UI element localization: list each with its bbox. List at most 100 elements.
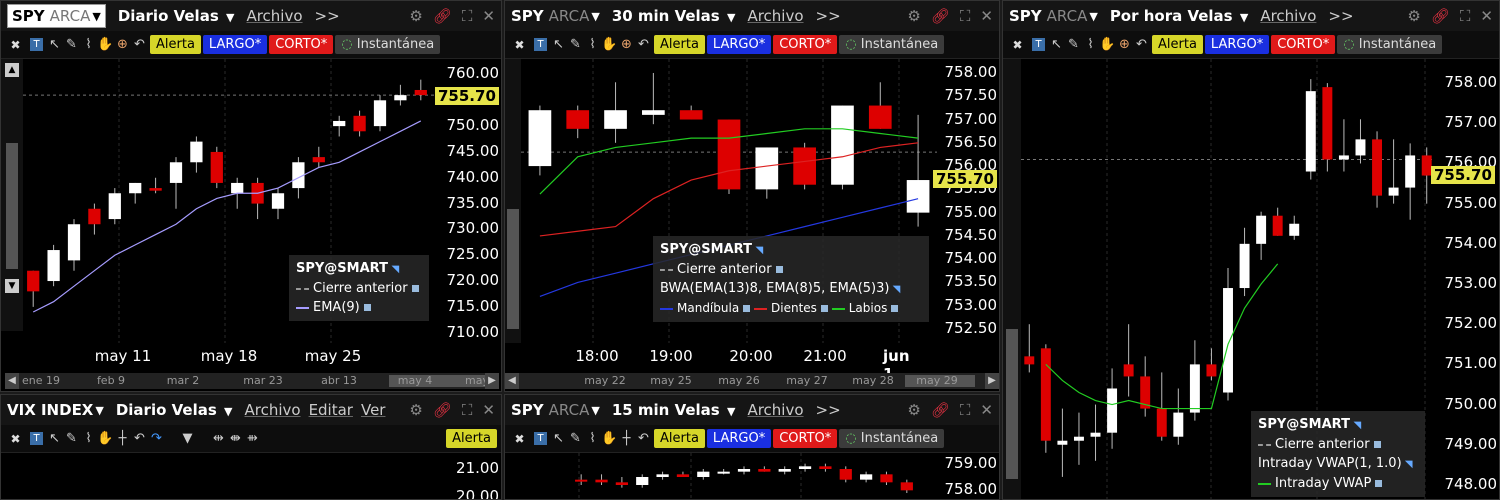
checkbox-icon[interactable]: [775, 266, 783, 273]
scroll-up-icon[interactable]: ▲: [5, 63, 19, 77]
compress-horizontal-icon[interactable]: ⇼: [227, 431, 244, 446]
undo-icon[interactable]: ↶: [1133, 37, 1150, 52]
snapshot-button[interactable]: ◌ Instantánea: [335, 35, 441, 54]
delete-icon[interactable]: ✖: [7, 432, 24, 446]
legend-bwa[interactable]: BWA(EMA(13)8, EMA(8)5, EMA(5)3) ◥: [660, 279, 922, 299]
delete-icon[interactable]: ✖: [1009, 38, 1026, 52]
scroll-right-icon[interactable]: ▶: [985, 373, 999, 389]
brush-icon[interactable]: ⌇: [1082, 37, 1099, 52]
short-button[interactable]: CORTO*: [773, 429, 838, 448]
text-tool-icon[interactable]: T: [534, 38, 547, 51]
crosshair-icon[interactable]: ⊕: [114, 37, 131, 52]
price-axis[interactable]: 21.00 20.00: [439, 453, 501, 499]
pin-icon[interactable]: ✎: [1065, 37, 1082, 52]
file-menu[interactable]: Archivo: [244, 401, 300, 419]
checkbox-icon[interactable]: [891, 305, 899, 312]
alert-button[interactable]: Alerta: [150, 35, 201, 54]
undo-icon[interactable]: ↶: [131, 431, 148, 446]
edit-icon[interactable]: ◥: [1402, 459, 1413, 470]
edit-icon[interactable]: ◥: [388, 264, 399, 275]
file-menu[interactable]: Archivo: [747, 401, 803, 419]
brush-icon[interactable]: ⌇: [80, 37, 97, 52]
gear-icon[interactable]: ⚙: [907, 7, 920, 25]
close-icon[interactable]: ✕: [980, 7, 993, 25]
price-axis[interactable]: 760.00755.00750.00745.00740.00735.00730.…: [435, 59, 501, 343]
vertical-scrollbar[interactable]: ▲ ▼: [1, 59, 23, 331]
checkbox-icon[interactable]: [1375, 480, 1383, 487]
pointer-icon[interactable]: ↖: [550, 431, 567, 446]
interval-selector[interactable]: 30 min Velas ▼: [612, 7, 736, 25]
snapshot-button[interactable]: ◌ Instantánea: [1337, 35, 1443, 54]
undo-icon[interactable]: ↶: [635, 431, 652, 446]
edit-icon[interactable]: ◥: [752, 245, 763, 256]
pin-icon[interactable]: ✎: [567, 431, 584, 446]
snapshot-button[interactable]: ◌ Instantánea: [839, 35, 945, 54]
delete-icon[interactable]: ✖: [511, 38, 528, 52]
vertical-scrollbar[interactable]: [1003, 59, 1021, 499]
price-axis[interactable]: 758.00 757.50 757.00 756.50 756.00 755.50 755.…: [933, 59, 999, 343]
more-menu[interactable]: >>: [1328, 7, 1353, 25]
vertical-scrollbar[interactable]: [505, 59, 521, 343]
short-button[interactable]: CORTO*: [1271, 35, 1336, 54]
legend-ema[interactable]: EMA(9): [296, 298, 422, 317]
alert-button[interactable]: Alerta: [654, 35, 705, 54]
maximize-icon[interactable]: ⛶: [462, 7, 473, 25]
checkbox-icon[interactable]: [363, 304, 371, 311]
scroll-thumb[interactable]: [507, 209, 519, 329]
date-navigator[interactable]: ◀ may 22 may 25 may 26 may 27 may 28 may 29 ▶: [505, 373, 999, 389]
more-menu[interactable]: >>: [816, 401, 841, 419]
text-tool-icon[interactable]: T: [30, 38, 43, 51]
edit-menu[interactable]: Editar: [309, 401, 353, 419]
gear-icon[interactable]: ⚙: [907, 401, 920, 419]
legend-prev-close[interactable]: Cierre anterior: [296, 279, 422, 298]
pointer-icon[interactable]: ↖: [1048, 37, 1065, 52]
crosshair-icon[interactable]: ⊕: [618, 37, 635, 52]
hand-icon[interactable]: ✋: [97, 37, 114, 52]
undo-icon[interactable]: ↶: [635, 37, 652, 52]
interval-selector[interactable]: Diario Velas ▼: [116, 401, 233, 419]
price-axis[interactable]: 758.00 757.00 756.00 755.00 754.00 753.00 752.…: [1431, 59, 1499, 499]
text-tool-icon[interactable]: T: [1032, 38, 1045, 51]
crosshair-icon[interactable]: ┼: [618, 431, 635, 446]
gear-icon[interactable]: ⚙: [1407, 7, 1420, 25]
link-icon[interactable]: 🔗︎: [931, 7, 950, 25]
gear-icon[interactable]: ⚙: [409, 401, 422, 419]
alert-button[interactable]: Alerta: [654, 429, 705, 448]
pin-icon[interactable]: ✎: [63, 37, 80, 52]
interval-selector[interactable]: Por hora Velas ▼: [1110, 7, 1249, 25]
candlestick-chart[interactable]: [521, 453, 937, 500]
hand-icon[interactable]: ✋: [601, 37, 618, 52]
expand-horizontal-icon[interactable]: ⇹: [210, 431, 227, 446]
file-menu[interactable]: Archivo: [747, 7, 803, 25]
legend-prev-close[interactable]: Cierre anterior: [660, 260, 922, 279]
scroll-right-icon[interactable]: ▶: [485, 373, 499, 389]
symbol-selector[interactable]: SPY ARCA ▼: [511, 401, 600, 419]
scroll-thumb[interactable]: [1006, 329, 1018, 479]
more-menu[interactable]: >>: [315, 7, 340, 25]
legend-prev-close[interactable]: Cierre anterior: [1258, 435, 1418, 454]
dropdown-icon[interactable]: ▼: [179, 431, 196, 446]
pointer-icon[interactable]: ↖: [550, 37, 567, 52]
hand-icon[interactable]: ✋: [601, 431, 618, 446]
crosshair-icon[interactable]: ⊕: [1116, 37, 1133, 52]
text-tool-icon[interactable]: T: [534, 432, 547, 445]
more-menu[interactable]: >>: [816, 7, 841, 25]
brush-icon[interactable]: ⌇: [584, 37, 601, 52]
short-button[interactable]: CORTO*: [269, 35, 334, 54]
close-icon[interactable]: ✕: [1480, 7, 1493, 25]
delete-icon[interactable]: ✖: [511, 432, 528, 446]
alert-button[interactable]: Alerta: [446, 429, 497, 448]
fit-icon[interactable]: ⇻: [244, 431, 261, 446]
checkbox-icon[interactable]: [1373, 441, 1381, 448]
file-menu[interactable]: Archivo: [246, 7, 302, 25]
pin-icon[interactable]: ✎: [567, 37, 584, 52]
snapshot-button[interactable]: ◌ Instantánea: [839, 429, 945, 448]
undo-icon[interactable]: ↶: [131, 37, 148, 52]
crosshair-icon[interactable]: ┼: [114, 431, 131, 446]
symbol-selector[interactable]: VIX INDEX ▼: [7, 401, 104, 419]
file-menu[interactable]: Archivo: [1260, 7, 1316, 25]
gear-icon[interactable]: ⚙: [409, 7, 422, 25]
scroll-left-icon[interactable]: ◀: [5, 373, 19, 389]
checkbox-icon[interactable]: [820, 305, 828, 312]
maximize-icon[interactable]: ⛶: [1460, 7, 1471, 25]
